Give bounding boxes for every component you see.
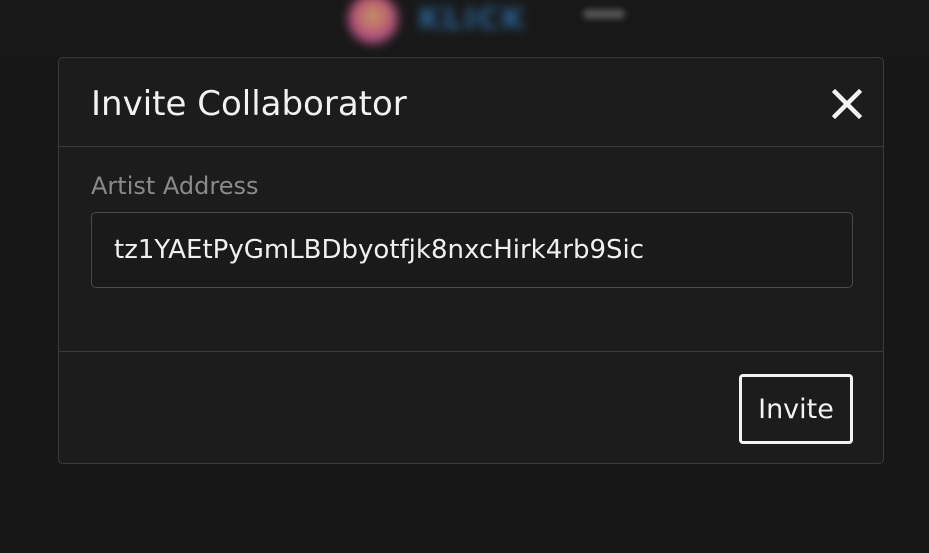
background-menu-bar — [583, 9, 625, 19]
artist-address-input[interactable] — [91, 212, 853, 288]
modal-footer: Invite — [59, 352, 883, 463]
invite-collaborator-modal: Invite Collaborator Artist Address Invit… — [58, 57, 884, 464]
invite-button[interactable]: Invite — [739, 374, 853, 444]
background-logo-mark — [348, 0, 398, 44]
modal-title: Invite Collaborator — [91, 84, 407, 124]
close-icon — [831, 88, 863, 120]
background-logo-text: KLICK — [418, 2, 527, 37]
artist-address-label: Artist Address — [91, 172, 259, 200]
background-logo: KLICK — [340, 0, 550, 56]
modal-header: Invite Collaborator — [59, 58, 883, 147]
modal-body: Artist Address — [59, 147, 883, 352]
background-app-header: KLICK — [0, 0, 929, 56]
close-button[interactable] — [827, 84, 867, 124]
